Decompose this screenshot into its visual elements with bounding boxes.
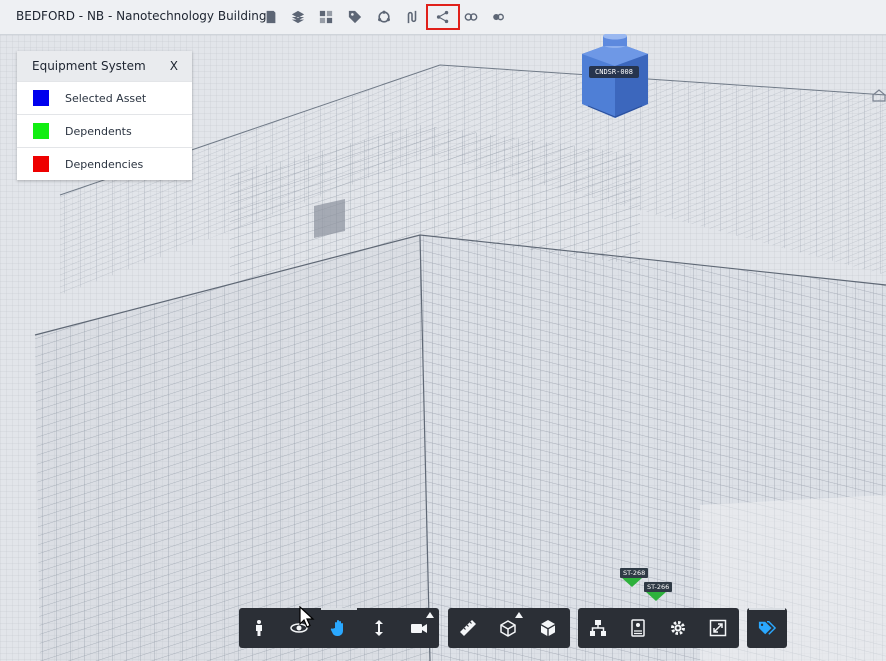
share-network-icon[interactable] (426, 4, 460, 30)
dependent-marker-icon (646, 592, 666, 601)
measure-toolbar (448, 608, 570, 648)
dependent-marker-icon (622, 578, 642, 587)
tag-icon[interactable] (345, 7, 365, 27)
model-toolbar (578, 608, 739, 648)
caret-up-icon (515, 612, 523, 618)
grid-icon[interactable] (316, 7, 336, 27)
route-icon[interactable] (402, 7, 422, 27)
equipment-system-legend: Equipment System X Selected Asset Depend… (17, 51, 192, 180)
legend-swatch (33, 123, 49, 139)
selected-asset-cube[interactable] (578, 34, 652, 124)
equipment-tag[interactable]: ST-266 (644, 582, 673, 592)
person-icon[interactable] (239, 608, 279, 648)
layers-icon[interactable] (288, 7, 308, 27)
camera-icon[interactable] (399, 608, 439, 648)
legend-swatch (33, 90, 49, 106)
cycle-icon[interactable] (374, 7, 394, 27)
properties-icon[interactable] (618, 608, 658, 648)
section-box-icon[interactable] (488, 608, 528, 648)
hierarchy-icon[interactable] (578, 608, 618, 648)
legend-item: Selected Asset (17, 81, 192, 114)
title-bar: BEDFORD - NB - Nanotechnology Building (0, 0, 886, 35)
asset-label: CNDSR-008 (589, 66, 639, 78)
fullscreen-icon[interactable] (698, 608, 738, 648)
home-icon[interactable] (872, 87, 886, 102)
legend-item: Dependents (17, 114, 192, 147)
cube-icon[interactable] (528, 608, 568, 648)
tags-icon[interactable] (747, 608, 787, 648)
equipment-left-icon[interactable] (461, 7, 481, 27)
model-title: BEDFORD - NB - Nanotechnology Building (16, 9, 267, 23)
legend-swatch (33, 156, 49, 172)
legend-item-label: Dependencies (65, 157, 144, 171)
legend-item-label: Dependents (65, 124, 132, 138)
legend-close-button[interactable]: X (170, 59, 178, 73)
navigation-toolbar (239, 608, 439, 648)
legend-item-label: Selected Asset (65, 91, 147, 105)
equipment-tag[interactable]: ST-268 (620, 568, 649, 578)
caret-up-icon (426, 612, 434, 618)
equipment-right-icon[interactable] (488, 7, 508, 27)
hand-pan-icon[interactable] (319, 608, 359, 648)
legend-item: Dependencies (17, 147, 192, 180)
legend-title: Equipment System (32, 59, 146, 73)
ruler-icon[interactable] (448, 608, 488, 648)
settings-icon[interactable] (658, 608, 698, 648)
mouse-cursor-icon (299, 606, 315, 628)
book-icon[interactable] (261, 7, 281, 27)
legend-header: Equipment System X (17, 51, 192, 81)
tags-toolbar (747, 608, 787, 648)
vertical-move-icon[interactable] (359, 608, 399, 648)
